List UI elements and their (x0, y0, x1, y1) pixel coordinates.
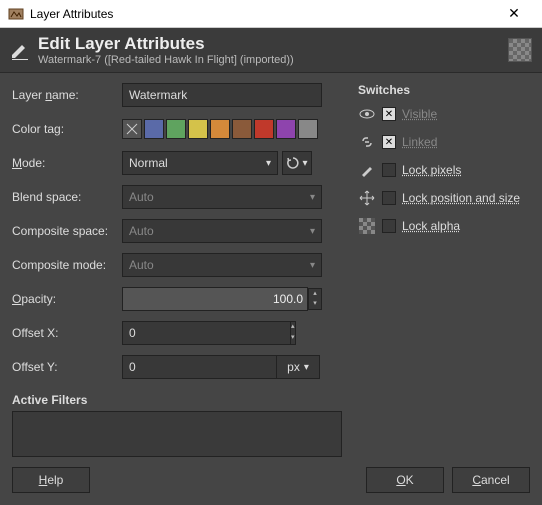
offset-x-label: Offset X: (12, 326, 122, 340)
color-tag-1[interactable] (144, 119, 164, 139)
color-tag-4[interactable] (210, 119, 230, 139)
app-icon (8, 6, 24, 22)
window-title: Layer Attributes (30, 7, 494, 21)
dialog-subtitle: Watermark-7 ([Red-tailed Hawk In Flight]… (38, 54, 294, 66)
chevron-down-icon: ▾ (304, 362, 309, 373)
blend-space-label: Blend space: (12, 190, 122, 204)
layer-name-input[interactable] (122, 83, 322, 107)
switch-checkbox-1[interactable]: ✕ (382, 135, 396, 149)
chevron-down-icon: ▾ (310, 192, 315, 203)
eye-icon (358, 105, 376, 123)
offset-x-input[interactable] (122, 321, 290, 345)
brush-icon (358, 161, 376, 179)
mode-label: Mode: (12, 156, 122, 170)
switch-label-3[interactable]: Lock position and size (402, 191, 520, 205)
layer-preview (508, 38, 532, 62)
ok-button[interactable]: OK (366, 467, 444, 493)
offset-unit-combo[interactable]: px▾ (276, 355, 320, 379)
chevron-down-icon: ▾ (310, 226, 315, 237)
switch-checkbox-0[interactable]: ✕ (382, 107, 396, 121)
color-tag-6[interactable] (254, 119, 274, 139)
mode-reset-button[interactable]: ▾ (282, 151, 312, 175)
layer-name-label: Layer name: (12, 88, 122, 102)
link-icon (358, 133, 376, 151)
offset-x-up[interactable]: ▴ (291, 322, 295, 333)
active-filters-list[interactable] (12, 411, 342, 457)
opacity-down[interactable]: ▾ (309, 299, 321, 309)
switch-checkbox-3[interactable] (382, 191, 396, 205)
offset-y-input[interactable] (122, 355, 290, 379)
composite-space-combo[interactable]: Auto▾ (122, 219, 322, 243)
opacity-slider[interactable]: 100.0 (122, 287, 308, 311)
composite-mode-combo[interactable]: Auto▾ (122, 253, 322, 277)
cancel-button[interactable]: Cancel (452, 467, 530, 493)
blend-space-combo[interactable]: Auto▾ (122, 185, 322, 209)
edit-icon (10, 40, 30, 60)
opacity-label: Opacity: (12, 292, 122, 306)
switch-checkbox-4[interactable] (382, 219, 396, 233)
switch-label-0[interactable]: Visible (402, 107, 437, 121)
chevron-down-icon: ▾ (310, 260, 315, 271)
active-filters-label: Active Filters (12, 389, 342, 411)
alpha-icon (358, 217, 376, 235)
offset-y-label: Offset Y: (12, 360, 122, 374)
color-tag-8[interactable] (298, 119, 318, 139)
composite-space-label: Composite space: (12, 224, 122, 238)
mode-combo[interactable]: Normal▾ (122, 151, 278, 175)
color-tag-0[interactable] (122, 119, 142, 139)
move-icon (358, 189, 376, 207)
switches-heading: Switches (358, 83, 530, 97)
switch-checkbox-2[interactable] (382, 163, 396, 177)
close-button[interactable]: ✕ (494, 5, 534, 22)
color-tag-3[interactable] (188, 119, 208, 139)
switch-label-1[interactable]: Linked (402, 135, 437, 149)
color-tag-2[interactable] (166, 119, 186, 139)
dialog-header: Edit Layer Attributes Watermark-7 ([Red-… (0, 28, 542, 73)
color-tag-label: Color tag: (12, 122, 122, 136)
switch-label-4[interactable]: Lock alpha (402, 219, 460, 233)
chevron-down-icon: ▾ (266, 158, 271, 169)
dialog-title: Edit Layer Attributes (38, 34, 294, 54)
color-tag-5[interactable] (232, 119, 252, 139)
offset-x-down[interactable]: ▾ (291, 333, 295, 344)
color-tag-group (122, 119, 318, 139)
opacity-up[interactable]: ▴ (309, 289, 321, 299)
color-tag-7[interactable] (276, 119, 296, 139)
switch-label-2[interactable]: Lock pixels (402, 163, 461, 177)
composite-mode-label: Composite mode: (12, 258, 122, 272)
titlebar: Layer Attributes ✕ (0, 0, 542, 28)
help-button[interactable]: Help (12, 467, 90, 493)
